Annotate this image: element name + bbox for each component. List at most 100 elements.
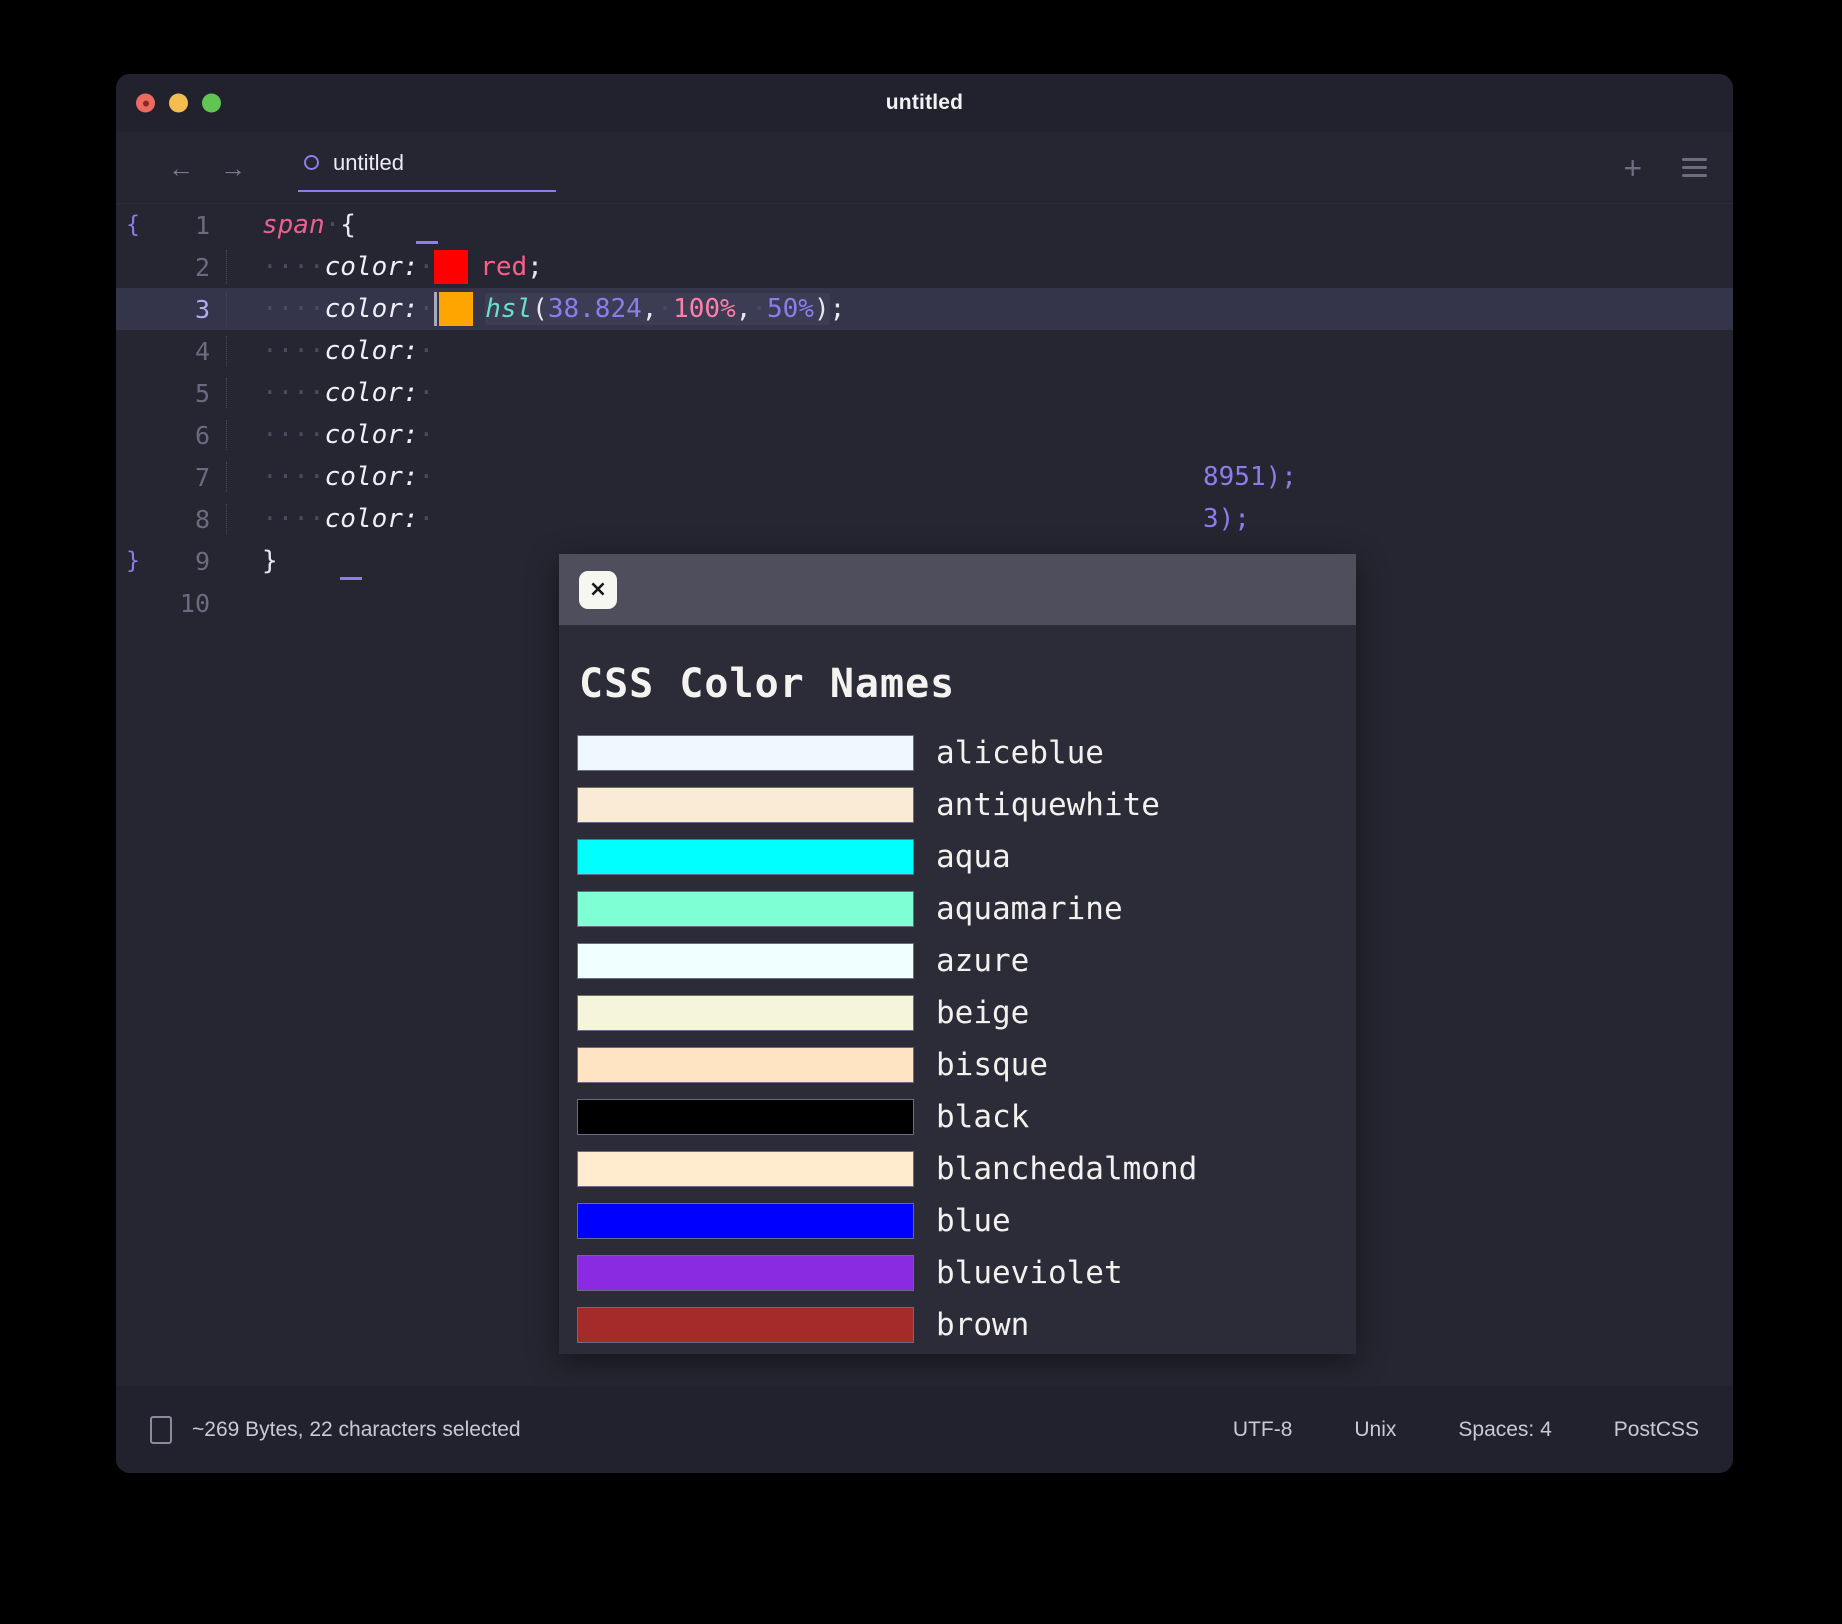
color-swatch[interactable]: [577, 735, 914, 771]
forward-arrow-icon[interactable]: →: [220, 155, 246, 181]
color-name-label: aquamarine: [936, 891, 1123, 927]
css-property-6: color:: [324, 420, 419, 450]
line8-tail: 3);: [1203, 504, 1250, 534]
color-name-label: blanchedalmond: [936, 1151, 1198, 1187]
close-icon[interactable]: ×: [579, 570, 617, 609]
color-swatch[interactable]: [577, 787, 914, 823]
status-left: ~269 Bytes, 22 characters selected: [150, 1415, 521, 1444]
line-number-7: 7: [194, 462, 210, 492]
code-line-8[interactable]: 8 ···· color: · 3);: [116, 498, 1733, 540]
color-name-label: blue: [936, 1203, 1011, 1239]
menu-icon[interactable]: [1682, 158, 1707, 177]
new-tab-icon[interactable]: +: [1623, 152, 1642, 184]
file-info-text: ~269 Bytes, 22 characters selected: [192, 1417, 521, 1441]
color-swatch[interactable]: [577, 943, 914, 979]
color-name-label: bisque: [936, 1047, 1048, 1083]
color-row[interactable]: blueviolet: [577, 1247, 1356, 1299]
semicolon-2: ;: [527, 252, 543, 282]
code-line-1[interactable]: { 1 span ·{: [116, 204, 1733, 246]
zoom-window-button[interactable]: [202, 93, 221, 113]
title-bar: untitled: [116, 74, 1733, 132]
color-swatch[interactable]: [577, 1151, 914, 1187]
color-row[interactable]: azure: [577, 935, 1356, 987]
code-line-2[interactable]: 2 ···· color: · red;: [116, 246, 1733, 288]
line7-tail: 8951);: [1203, 462, 1297, 492]
css-property-5: color:: [324, 378, 419, 408]
color-swatch[interactable]: [577, 839, 914, 875]
color-name-label: black: [936, 1099, 1030, 1135]
minimize-window-button[interactable]: [169, 93, 188, 113]
code-content-7: ···· color: ·: [214, 462, 434, 492]
fold-marker-9[interactable]: }: [116, 548, 150, 574]
text-cursor: [434, 292, 438, 326]
color-swatch[interactable]: [577, 1099, 914, 1135]
color-swatch-red[interactable]: [434, 250, 469, 284]
color-list: aliceblue antiquewhite aqua aquamarine azure…: [577, 727, 1356, 1354]
close-window-button[interactable]: [136, 93, 155, 113]
color-row[interactable]: blanchedalmond: [577, 1143, 1356, 1195]
open-brace: {: [340, 210, 356, 240]
color-swatch[interactable]: [577, 891, 914, 927]
line-number-9: 9: [194, 546, 210, 576]
indentation-status[interactable]: Spaces: 4: [1458, 1418, 1551, 1442]
hsl-lightness: 50%: [767, 294, 814, 324]
color-row[interactable]: bisque: [577, 1039, 1356, 1091]
popup-header: ×: [559, 554, 1356, 625]
code-line-5[interactable]: 5 ···· color: ·: [116, 372, 1733, 414]
line-ending-status[interactable]: Unix: [1354, 1418, 1396, 1442]
color-swatch-orange[interactable]: [439, 292, 474, 326]
color-swatch[interactable]: [577, 1203, 914, 1239]
close-paren: ): [813, 294, 830, 324]
css-value-red: red: [480, 252, 528, 282]
comma-1: ,: [641, 294, 658, 324]
tab-untitled[interactable]: untitled: [298, 144, 556, 192]
indent-dots-8: ····: [262, 504, 325, 534]
color-swatch[interactable]: [577, 1307, 914, 1343]
color-swatch[interactable]: [577, 1047, 914, 1083]
code-line-4[interactable]: 4 ···· color: ·: [116, 330, 1733, 372]
color-name-label: aqua: [936, 839, 1011, 875]
code-content-2: ···· color: · red;: [214, 250, 543, 284]
color-row[interactable]: brown: [577, 1299, 1356, 1351]
line-number-4: 4: [194, 336, 210, 366]
color-name-label: beige: [936, 995, 1030, 1031]
css-property-7: color:: [324, 462, 419, 492]
code-editor[interactable]: { 1 span ·{ 2 ···· color: · red; 3 ···· color…: [116, 204, 1733, 1386]
fold-marker-1[interactable]: {: [116, 212, 150, 238]
color-row[interactable]: aliceblue: [577, 727, 1356, 779]
css-color-names-popup: × CSS Color Names aliceblue antiquewhite a…: [559, 554, 1356, 1354]
code-content-4: ···· color: ·: [214, 336, 434, 366]
code-line-6[interactable]: 6 ···· color: ·: [116, 414, 1733, 456]
space-dot-3: ·: [418, 294, 435, 324]
css-selector: span: [262, 210, 325, 240]
selected-text: hsl(38.824,·100%,·50%): [485, 293, 830, 325]
indent-dots-2: ····: [262, 252, 325, 282]
color-name-label: blueviolet: [936, 1255, 1123, 1291]
color-row[interactable]: aquamarine: [577, 883, 1356, 935]
space-dot-5: ·: [418, 378, 435, 408]
color-row[interactable]: beige: [577, 987, 1356, 1039]
back-arrow-icon[interactable]: ←: [168, 155, 194, 181]
tab-active-underline: [298, 189, 556, 192]
color-swatch[interactable]: [577, 995, 914, 1031]
traffic-lights: [136, 93, 221, 113]
color-swatch[interactable]: [577, 1255, 914, 1291]
code-content-6: ···· color: ·: [214, 420, 434, 450]
encoding-status[interactable]: UTF-8: [1233, 1418, 1293, 1442]
color-row[interactable]: burlywood: [577, 1351, 1356, 1354]
color-row[interactable]: aqua: [577, 831, 1356, 883]
space-dot-2: ·: [418, 252, 435, 282]
syntax-status[interactable]: PostCSS: [1614, 1418, 1699, 1442]
line-number-5: 5: [194, 378, 210, 408]
code-line-7[interactable]: 7 ···· color: · 8951);: [116, 456, 1733, 498]
document-icon[interactable]: [150, 1415, 172, 1444]
cursor-underline-9: [340, 577, 362, 580]
color-row[interactable]: blue: [577, 1195, 1356, 1247]
code-line-3[interactable]: 3 ···· color: · hsl(38.824,·100%,·50%);: [116, 288, 1733, 330]
indent-guide: [226, 336, 227, 366]
unsaved-dot-icon: [304, 155, 319, 170]
color-row[interactable]: antiquewhite: [577, 779, 1356, 831]
color-row[interactable]: black: [577, 1091, 1356, 1143]
indent-dots-3: ····: [262, 294, 325, 324]
indent-dots-5: ····: [262, 378, 325, 408]
